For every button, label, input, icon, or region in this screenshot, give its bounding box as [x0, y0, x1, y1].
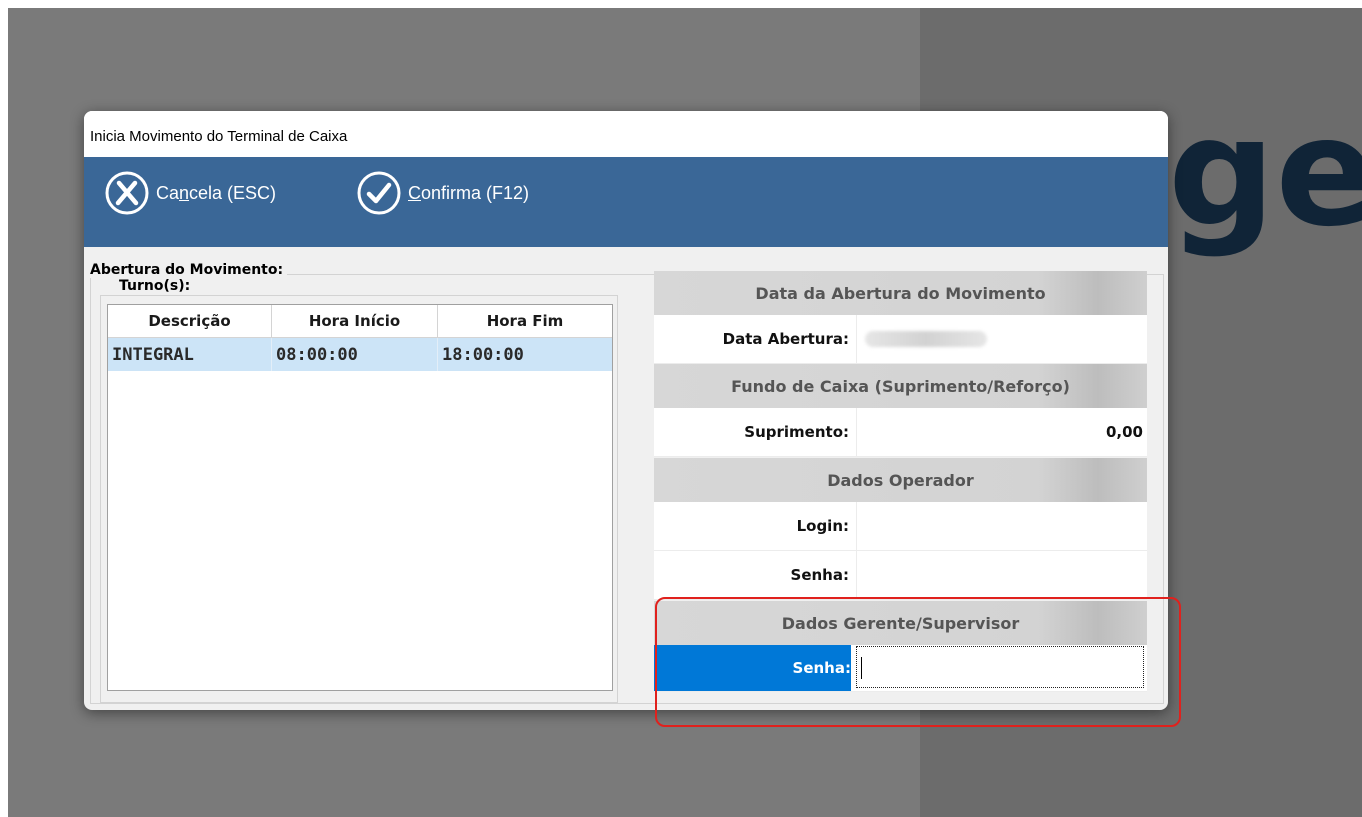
- cancel-circle-x-icon: [105, 171, 149, 215]
- column-header-hora-inicio[interactable]: Hora Início: [271, 305, 438, 338]
- background-logo: ge: [1168, 86, 1362, 260]
- fundo-caixa-header: Fundo de Caixa (Suprimento/Reforço): [654, 364, 1147, 408]
- table-row[interactable]: INTEGRAL 08:00:00 18:00:00: [108, 337, 612, 371]
- data-abertura-label: Data Abertura:: [722, 330, 849, 348]
- dialog-toolbar: Cancela (ESC) Confirma (F12): [84, 157, 1168, 247]
- login-label: Login:: [796, 517, 849, 535]
- cell-descricao[interactable]: INTEGRAL: [108, 337, 272, 371]
- turnos-grid[interactable]: Descrição Hora Início Hora Fim INTEGRAL …: [107, 304, 613, 691]
- cell-hora-fim[interactable]: 18:00:00: [437, 337, 612, 371]
- redacted-date: [865, 331, 987, 347]
- suprimento-field[interactable]: 0,00: [856, 408, 1147, 456]
- highlight-box: [655, 597, 1181, 727]
- turnos-title: Turno(s):: [116, 278, 194, 294]
- cancel-button[interactable]: Cancela (ESC): [104, 167, 276, 219]
- login-row: Login:: [654, 502, 1147, 551]
- login-field[interactable]: [856, 502, 1147, 550]
- suprimento-label: Suprimento:: [744, 423, 849, 441]
- data-abertura-value[interactable]: [856, 315, 1147, 363]
- dialog-title: Inicia Movimento do Terminal de Caixa: [90, 128, 348, 145]
- column-header-descricao[interactable]: Descrição: [108, 305, 272, 338]
- dados-operador-header: Dados Operador: [654, 458, 1147, 502]
- operador-senha-row: Senha:: [654, 551, 1147, 600]
- operador-senha-field[interactable]: [856, 551, 1147, 599]
- confirm-button[interactable]: Confirma (F12): [356, 167, 529, 219]
- confirm-circle-check-icon: [357, 171, 401, 215]
- group-title: Abertura do Movimento:: [90, 262, 288, 278]
- data-abertura-header: Data da Abertura do Movimento: [654, 271, 1147, 315]
- data-abertura-row: Data Abertura:: [654, 315, 1147, 364]
- cell-hora-inicio[interactable]: 08:00:00: [271, 337, 438, 371]
- column-header-hora-fim[interactable]: Hora Fim: [437, 305, 612, 338]
- cancel-label: Cancela (ESC): [156, 182, 277, 203]
- suprimento-row: Suprimento: 0,00: [654, 408, 1147, 457]
- operador-senha-label: Senha:: [790, 566, 849, 584]
- dialog-titlebar[interactable]: Inicia Movimento do Terminal de Caixa: [84, 111, 1168, 157]
- confirm-label: Confirma (F12): [408, 182, 530, 203]
